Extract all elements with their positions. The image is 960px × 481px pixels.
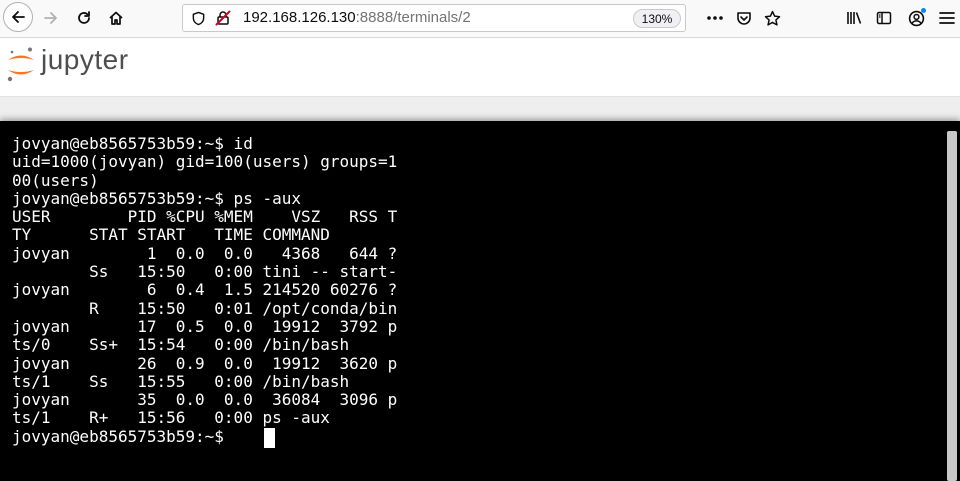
terminal-line: jovyan 6 0.4 1.5 214520 60276 ? <box>12 280 398 300</box>
pocket-button[interactable] <box>729 4 759 32</box>
hamburger-menu-icon <box>939 12 955 24</box>
sidebar-icon <box>876 11 892 25</box>
terminal-line: uid=1000(jovyan) gid=100(users) groups=1 <box>12 152 398 172</box>
pocket-icon <box>737 12 751 25</box>
jupyter-header <box>0 38 960 96</box>
terminal-line: ts/1 R+ 15:56 0:00 ps -aux <box>12 408 330 428</box>
library-button[interactable] <box>839 4 869 32</box>
url-host: 192.168.126.130 <box>243 9 356 26</box>
star-icon <box>764 10 780 26</box>
url-path: :8888/terminals/2 <box>355 9 471 26</box>
terminal-line: jovyan 17 0.5 0.0 19912 3792 p <box>12 316 398 336</box>
more-dots-icon <box>707 16 723 20</box>
reload-icon <box>78 11 90 24</box>
terminal-line: jovyan@eb8565753b59:~$ id <box>12 134 253 153</box>
notification-dot-icon <box>921 8 926 13</box>
jupyter-logo-text[interactable]: jupyter <box>41 44 129 76</box>
sidebar-button[interactable] <box>869 4 899 32</box>
url-bar[interactable]: 192.168.126.130:8888/terminals/2 <box>182 4 686 32</box>
menu-button[interactable] <box>932 4 960 32</box>
terminal-line: ts/0 Ss+ 15:54 0:00 /bin/bash <box>12 335 350 355</box>
forward-button[interactable] <box>36 4 66 32</box>
library-icon <box>846 12 861 24</box>
terminal-cursor <box>264 428 275 448</box>
insecure-lock-icon[interactable] <box>215 10 231 31</box>
terminal-line: jovyan 26 0.9 0.0 19912 3620 p <box>12 353 398 373</box>
back-arrow-icon <box>12 11 25 23</box>
terminal-line: 00(users) <box>12 170 99 190</box>
zoom-level-badge[interactable]: 130% <box>633 9 681 28</box>
terminal-line: USER PID %CPU %MEM VSZ RSS T <box>12 207 398 227</box>
back-button[interactable] <box>3 2 33 32</box>
terminal-line: jovyan@eb8565753b59:~$ ps -aux <box>12 188 301 208</box>
terminal-line: Ss 15:50 0:00 tini -- start- <box>12 262 398 282</box>
terminal-line: R 15:50 0:01 /opt/conda/bin <box>12 298 398 318</box>
home-button[interactable] <box>101 4 131 32</box>
jupyter-logo-icon[interactable] <box>6 46 36 82</box>
terminal-line: ts/1 Ss 15:55 0:00 /bin/bash <box>12 371 350 391</box>
bookmark-star-button[interactable] <box>757 4 787 32</box>
terminal-line: jovyan 35 0.0 0.0 36084 3096 p <box>12 390 398 410</box>
terminal-scrollbar-thumb[interactable] <box>947 131 957 481</box>
site-info-icon[interactable] <box>191 11 206 31</box>
home-icon <box>109 11 123 25</box>
account-button[interactable] <box>901 4 931 32</box>
terminal-line: jovyan 1 0.0 0.0 4368 644 ? <box>12 243 398 263</box>
terminal-line: TY STAT START TIME COMMAND <box>12 225 330 245</box>
header-separator <box>0 96 960 121</box>
terminal-panel[interactable]: jovyan@eb8565753b59:~$ id uid=1000(jovya… <box>0 121 960 481</box>
forward-arrow-icon <box>44 12 57 24</box>
reload-button[interactable] <box>69 4 99 32</box>
terminal-prompt-line: jovyan@eb8565753b59:~$ <box>12 426 234 446</box>
url-text[interactable]: 192.168.126.130:8888/terminals/2 <box>243 5 471 31</box>
terminal-output: jovyan@eb8565753b59:~$ id uid=1000(jovya… <box>12 134 398 446</box>
browser-toolbar: 192.168.126.130:8888/terminals/2 130% <box>0 0 960 38</box>
page-actions-button[interactable] <box>700 4 730 32</box>
